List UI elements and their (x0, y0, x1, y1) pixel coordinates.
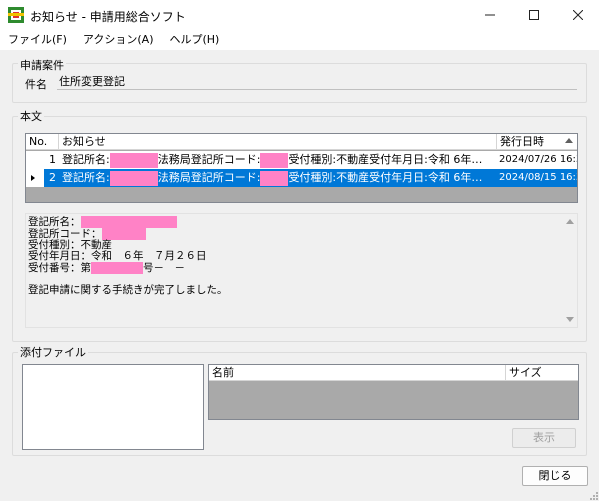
window-title: お知らせ - 申請用総合ソフト (30, 10, 186, 24)
attachment-group-label: 添付ファイル (18, 344, 88, 360)
redaction (260, 152, 289, 168)
column-issued-datetime-label: 発行日時 (500, 135, 544, 148)
case-name-field: 住所変更登記 (57, 74, 577, 90)
notice-part: 登記所名: (62, 171, 110, 184)
close-icon (573, 10, 583, 20)
notice-part: 法務局登記所コード: (157, 171, 261, 184)
row-no: 2 (44, 169, 59, 187)
column-size[interactable]: サイズ (506, 365, 578, 381)
close-window-button[interactable] (556, 0, 599, 30)
column-no[interactable]: No. (26, 134, 59, 150)
detail-line: 登記所名： (28, 216, 81, 228)
detail-line: 号－ － (143, 262, 185, 274)
minimize-button[interactable] (468, 0, 512, 30)
show-button[interactable]: 表示 (512, 428, 576, 448)
maximize-icon (529, 10, 539, 20)
redaction (260, 170, 289, 186)
attachment-preview-box[interactable] (22, 364, 204, 450)
case-group-label: 申請案件 (18, 57, 66, 73)
close-button[interactable]: 閉じる (522, 466, 588, 486)
column-name[interactable]: 名前 (209, 365, 506, 381)
attachment-list[interactable]: 名前 サイズ (208, 364, 579, 420)
case-name-label: 件名 (25, 78, 47, 91)
current-row-indicator-icon (31, 175, 35, 181)
menu-bar: ファイル(F) アクション(A) ヘルプ(H) (0, 30, 599, 50)
attachment-list-header: 名前 サイズ (209, 365, 578, 381)
row-notice: 登記所名: 法務局登記所コード: 受付種別:不動産受付年月日:令和 6年… (59, 169, 497, 187)
table-row[interactable]: 1 登記所名: 法務局登記所コード: 受付種別:不動産受付年月日:令和 6年… 20… (26, 151, 577, 169)
column-issued-datetime[interactable]: 発行日時 (497, 134, 577, 150)
notice-part: 登記所名: (62, 153, 110, 166)
notice-list-header: No. お知らせ 発行日時 (26, 134, 577, 150)
notice-list[interactable]: No. お知らせ 発行日時 1 登記所名: 法務局登記所コード: 受付種別:不動産受… (25, 133, 578, 203)
body-group-label: 本文 (18, 108, 44, 124)
detail-line: 受付年月日：令和 ６年 ７月２６日 (28, 250, 207, 262)
app-icon (8, 7, 24, 23)
detail-scrollbar[interactable] (563, 214, 577, 327)
maximize-button[interactable] (512, 0, 556, 30)
sort-ascending-icon (565, 138, 573, 143)
row-no: 1 (49, 153, 56, 166)
redaction (109, 170, 158, 186)
menu-help[interactable]: ヘルプ(H) (161, 30, 227, 50)
detail-line: 登記申請に関する手続きが完了しました。 (28, 284, 228, 296)
row-date: 2024/08/15 16:36 (497, 169, 577, 187)
row-notice: 登記所名: 法務局登記所コード: 受付種別:不動産受付年月日:令和 6年… (59, 151, 497, 169)
notice-detail-content: 登記所名： 登記所コード： 受付種別：不動産 受付年月日：令和 ６年 ７月２６日… (28, 216, 228, 296)
redaction (109, 152, 158, 168)
redaction (80, 216, 177, 228)
minimize-icon (485, 14, 495, 16)
detail-line: 受付番号：第 (28, 262, 91, 274)
scroll-up-icon[interactable] (566, 219, 574, 224)
scroll-down-icon[interactable] (566, 317, 574, 322)
menu-file[interactable]: ファイル(F) (0, 30, 75, 50)
menu-action[interactable]: アクション(A) (75, 30, 162, 50)
column-notice[interactable]: お知らせ (59, 134, 497, 150)
table-row-selected[interactable]: 2 登記所名: 法務局登記所コード: 受付種別:不動産受付年月日:令和 6年… 20… (26, 169, 577, 187)
notice-part: 受付種別:不動産受付年月日:令和 6年… (288, 153, 483, 166)
title-bar: お知らせ - 申請用総合ソフト (0, 0, 599, 30)
redaction (91, 262, 143, 274)
notice-part: 受付種別:不動産受付年月日:令和 6年… (288, 171, 483, 184)
resize-grip-icon[interactable] (590, 492, 598, 500)
notice-part: 法務局登記所コード: (157, 153, 261, 166)
notice-detail-text[interactable]: 登記所名： 登記所コード： 受付種別：不動産 受付年月日：令和 ６年 ７月２６日… (25, 213, 578, 328)
row-date: 2024/07/26 16:31 (499, 154, 577, 165)
